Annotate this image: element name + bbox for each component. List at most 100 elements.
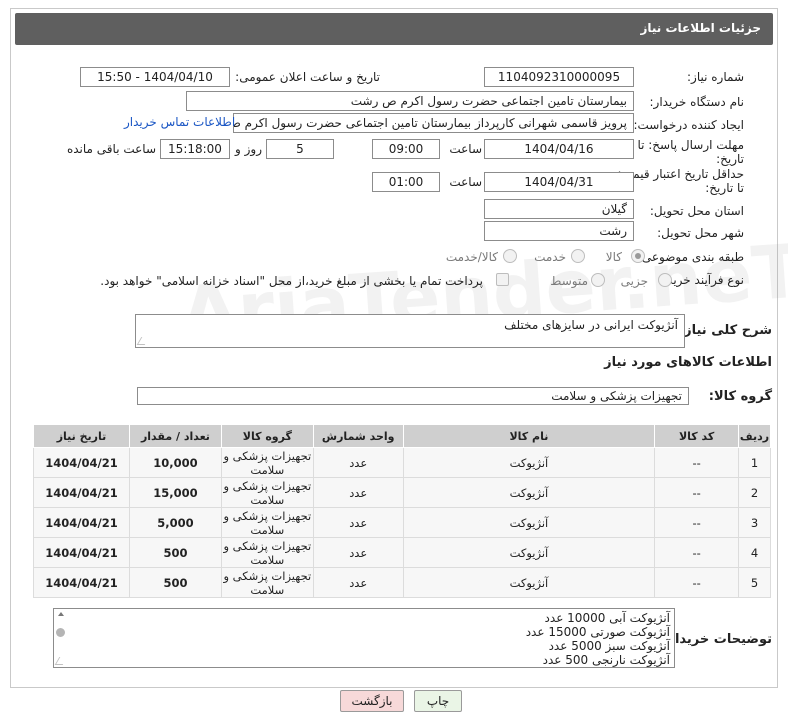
process-radio-minor[interactable] [658,273,672,287]
back-button[interactable]: بازگشت [340,690,404,712]
cell-qty: 10,000 [129,447,222,478]
price-time-field: 01:00 [372,172,440,192]
col-qty: تعداد / مقدار [129,424,222,448]
treasury-payment-checkbox[interactable] [496,273,509,286]
buyer-org-field: بیمارستان تامین اجتماعی حضرت رسول اکرم ص… [186,91,634,111]
deadline-time-label: ساعت [449,142,482,156]
print-button[interactable]: چاپ [414,690,462,712]
note-line: آنژیوکت آبی 10000 عدد [544,611,670,625]
scroll-up-icon[interactable] [58,612,64,616]
goods-group-label: گروه کالا: [708,389,772,404]
deadline-label-date: تاریخ: [716,152,744,166]
deadline-label: مهلت ارسال پاسخ: تا [637,138,744,152]
days-field: 5 [266,139,334,159]
buyer-org-label: نام دستگاه خریدار: [649,95,745,109]
announce-field: 1404/04/10 - 15:50 [80,67,230,87]
city-field: رشت [484,221,634,241]
remaining-time-field: 15:18:00 [160,139,230,159]
process-radio-medium[interactable] [591,273,605,287]
cell-name: آنژیوکت [402,447,656,478]
price-time-label: ساعت [449,175,482,189]
category-radio-service[interactable] [571,249,585,263]
cell-unit: عدد [312,447,404,478]
process-option-minor: جزیی [620,274,648,288]
cell-name: آنژیوکت [402,567,656,598]
city-label: شهر محل تحویل: [657,226,744,240]
category-radio-goods[interactable] [631,249,645,263]
cell-name: آنژیوکت [402,477,656,508]
cell-date: 1404/04/21 [33,477,130,508]
col-code: کد کالا [654,424,740,448]
cell-date: 1404/04/21 [33,507,130,538]
cell-qty: 15,000 [129,477,222,508]
cell-row: 5 [738,567,771,598]
goods-section-title: اطلاعات کالاهای مورد نیاز [604,355,772,370]
note-line: آنژیوکت نارنجی 500 عدد [542,653,670,667]
creator-label: ایجاد کننده درخواست: [633,118,744,132]
deadline-time-field: 09:00 [372,139,440,159]
cell-group: تجهیزات پزشکی و سلامت [220,537,314,568]
goods-table: ردیف کد کالا نام کالا واحد شمارش گروه کا… [33,424,771,598]
cell-row: 2 [738,477,771,508]
cell-qty: 500 [129,537,222,568]
category-label: طبقه بندی موضوعی: [637,250,744,264]
page-title: جزئیات اطلاعات نیاز [640,21,761,35]
buyer-notes-label: توضیحات خریدار: [662,632,772,647]
category-option-both: کالا/خدمت [445,250,498,264]
summary-text: آنژیوکت ایرانی در سایزهای مختلف [504,318,678,332]
price-validity-label: حداقل تاریخ اعتبار قیمت: [617,167,744,181]
summary-label: شرح کلی نیاز: [678,323,772,338]
buyer-contact-link[interactable]: اطلاعات تماس خریدار [124,115,235,129]
cell-qty: 500 [129,567,222,598]
cell-code: -- [654,567,740,598]
cell-code: -- [654,477,740,508]
category-option-goods: کالا [605,250,622,264]
cell-date: 1404/04/21 [33,567,130,598]
cell-qty: 5,000 [129,507,222,538]
province-label: استان محل تحویل: [649,204,744,218]
cell-unit: عدد [312,567,404,598]
table-row: 4 -- آنژیوکت عدد تجهیزات پزشکی و سلامت 5… [33,537,771,568]
cell-date: 1404/04/21 [33,447,130,478]
page-header: جزئیات اطلاعات نیاز [15,13,773,45]
deadline-date-field: 1404/04/16 [484,139,634,159]
need-number-field: 1104092310000095 [484,67,634,87]
treasury-payment-note: پرداخت تمام یا بخشی از مبلغ خرید،از محل … [100,274,483,288]
col-group: گروه کالا [220,424,314,448]
resize-handle-icon[interactable] [136,337,150,345]
cell-row: 4 [738,537,771,568]
category-radio-both[interactable] [503,249,517,263]
cell-unit: عدد [312,477,404,508]
remaining-label: ساعت باقی مانده [66,142,156,156]
cell-date: 1404/04/21 [33,537,130,568]
price-validity-label-date: تا تاریخ: [705,181,744,195]
cell-group: تجهیزات پزشکی و سلامت [220,447,314,478]
col-date: تاریخ نیاز [33,424,130,448]
price-date-field: 1404/04/31 [484,172,634,192]
buyer-notes-textarea: آنژیوکت آبی 10000 عدد آنژیوکت صورتی 1500… [53,608,675,668]
province-field: گیلان [484,199,634,219]
cell-name: آنژیوکت [402,507,656,538]
summary-textarea: آنژیوکت ایرانی در سایزهای مختلف [135,314,685,348]
cell-row: 1 [738,447,771,478]
cell-name: آنژیوکت [402,537,656,568]
goods-group-field: تجهیزات پزشکی و سلامت [137,387,689,405]
cell-group: تجهیزات پزشکی و سلامت [220,567,314,598]
cell-code: -- [654,507,740,538]
table-row: 1 -- آنژیوکت عدد تجهیزات پزشکی و سلامت 1… [33,447,771,478]
cell-code: -- [654,447,740,478]
cell-row: 3 [738,507,771,538]
col-row: ردیف [738,424,771,448]
col-unit: واحد شمارش [312,424,404,448]
cell-group: تجهیزات پزشکی و سلامت [220,477,314,508]
table-row: 3 -- آنژیوکت عدد تجهیزات پزشکی و سلامت 5… [33,507,771,538]
cell-group: تجهیزات پزشکی و سلامت [220,507,314,538]
category-option-service: خدمت [534,250,566,264]
cell-unit: عدد [312,537,404,568]
col-name: نام کالا [402,424,656,448]
scroll-thumb[interactable] [56,628,65,637]
announce-label: تاریخ و ساعت اعلان عمومی: [235,70,380,84]
note-line: آنژیوکت سبز 5000 عدد [548,639,670,653]
cell-unit: عدد [312,507,404,538]
cell-code: -- [654,537,740,568]
